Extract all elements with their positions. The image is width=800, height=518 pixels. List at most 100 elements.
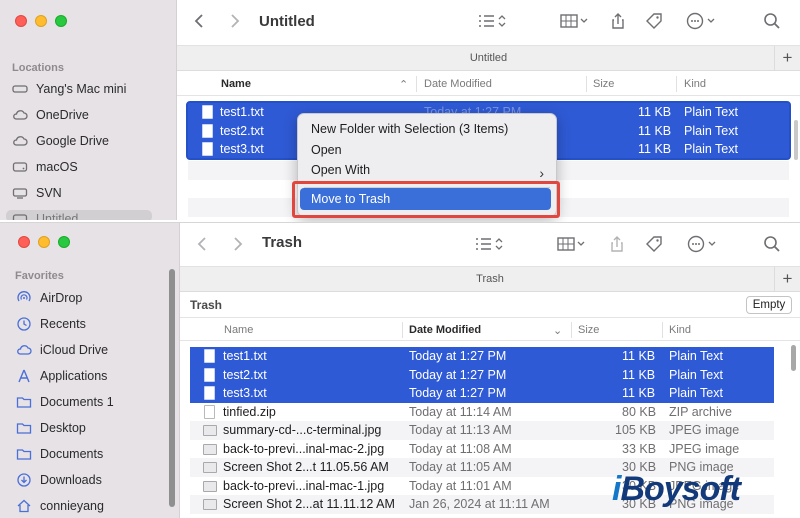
back-button[interactable]	[191, 10, 209, 32]
cloud-icon	[16, 342, 32, 358]
folder-icon	[16, 394, 32, 410]
file-name: test2.txt	[223, 367, 267, 382]
file-kind: Plain Text	[669, 367, 723, 382]
view-options-button[interactable]	[473, 10, 511, 32]
tag-button[interactable]	[645, 233, 663, 255]
search-button[interactable]	[763, 233, 781, 255]
column-headers: Name Date Modified ⌄ Size Kind	[180, 317, 800, 341]
file-name: tinfied.zip	[223, 404, 276, 419]
annotation-highlight-box	[292, 181, 560, 218]
scrollbar[interactable]	[791, 345, 796, 371]
file-row-summary-jpg[interactable]: summary-cd-...c-terminal.jpg Today at 11…	[190, 421, 774, 440]
share-button[interactable]	[608, 233, 626, 255]
sidebar-item-mac-mini[interactable]: Yang's Mac mini	[12, 78, 126, 100]
file-name: back-to-previ...inal-mac-1.jpg	[223, 478, 385, 493]
file-row-test1[interactable]: test1.txt Today at 1:27 PM 11 KB Plain T…	[190, 347, 774, 366]
column-header-date[interactable]: Date Modified	[409, 324, 481, 336]
sidebar-item-applications[interactable]: Applications	[16, 365, 107, 387]
column-header-size[interactable]: Size	[578, 324, 599, 336]
chevron-right-icon	[234, 237, 243, 251]
folder-icon	[16, 446, 32, 462]
sidebar-scrollbar[interactable]	[169, 269, 175, 507]
grid-icon	[560, 14, 588, 28]
column-header-name[interactable]: Name	[221, 78, 251, 90]
file-row-test2[interactable]: test2.txt Today at 1:27 PM 11 KB Plain T…	[190, 365, 774, 384]
search-button[interactable]	[763, 10, 781, 32]
group-button[interactable]	[554, 233, 588, 255]
menu-item-new-folder-with-selection[interactable]: New Folder with Selection (3 Items)	[311, 122, 508, 136]
sidebar-item-home[interactable]: connieyang	[16, 495, 104, 517]
text-file-icon	[204, 386, 215, 400]
sidebar-item-documents[interactable]: Documents	[16, 443, 103, 465]
tab-bar: Untitled +	[177, 45, 800, 71]
file-kind: JPEG image	[669, 441, 740, 456]
sidebar-item-documents-1[interactable]: Documents 1	[16, 391, 114, 413]
scrollbar[interactable]	[794, 120, 798, 160]
minimize-window-button[interactable]	[38, 236, 50, 248]
sidebar-item-label: Google Drive	[36, 134, 109, 148]
group-button[interactable]	[557, 10, 591, 32]
sidebar-item-google-drive[interactable]: Google Drive	[12, 130, 109, 152]
column-header-date[interactable]: Date Modified	[424, 78, 492, 90]
more-actions-button[interactable]	[683, 233, 723, 255]
tag-button[interactable]	[645, 10, 663, 32]
tab-untitled[interactable]: Untitled	[470, 52, 507, 64]
column-header-kind[interactable]: Kind	[684, 78, 706, 90]
forward-button[interactable]	[225, 10, 243, 32]
column-header-name[interactable]: Name	[224, 324, 253, 336]
column-separator	[586, 76, 587, 92]
image-file-icon	[203, 480, 217, 492]
menu-item-open[interactable]: Open	[311, 143, 342, 157]
sidebar-item-untitled[interactable]: Untitled	[12, 208, 78, 220]
share-button[interactable]	[609, 10, 627, 32]
column-headers: Name ⌃ Date Modified Size Kind	[177, 72, 800, 96]
sidebar-item-airdrop[interactable]: AirDrop	[16, 287, 82, 309]
sort-chevron-icon: ⌃	[399, 79, 409, 91]
location-label: Trash	[190, 298, 223, 312]
column-header-size[interactable]: Size	[593, 78, 614, 90]
sidebar-item-icloud-drive[interactable]: iCloud Drive	[16, 339, 108, 361]
back-button[interactable]	[194, 233, 212, 255]
sidebar-item-svn[interactable]: SVN	[12, 182, 62, 204]
file-name: back-to-previ...inal-mac-2.jpg	[223, 441, 385, 456]
clock-icon	[16, 316, 32, 332]
file-row-back-to-previous-2[interactable]: back-to-previ...inal-mac-2.jpg Today at …	[190, 440, 774, 459]
forward-button[interactable]	[228, 233, 246, 255]
image-file-icon	[203, 425, 217, 436]
search-icon	[764, 13, 780, 29]
share-icon	[611, 236, 623, 252]
zoom-window-button[interactable]	[55, 15, 67, 27]
sidebar-item-onedrive[interactable]: OneDrive	[12, 104, 89, 126]
sidebar-item-downloads[interactable]: Downloads	[16, 469, 102, 491]
new-tab-button[interactable]: +	[774, 267, 800, 291]
empty-trash-button[interactable]: Empty	[746, 296, 792, 314]
sidebar-item-desktop[interactable]: Desktop	[16, 417, 86, 439]
home-icon	[16, 498, 32, 514]
close-window-button[interactable]	[15, 15, 27, 27]
close-window-button[interactable]	[18, 236, 30, 248]
more-actions-button[interactable]	[682, 10, 722, 32]
file-name: Screen Shot 2...t 11.05.56 AM	[223, 460, 389, 474]
window-title: Trash	[262, 234, 303, 251]
sidebar-item-label: Documents	[40, 447, 104, 461]
tag-icon	[646, 236, 662, 252]
minimize-window-button[interactable]	[35, 15, 47, 27]
applications-icon	[16, 368, 32, 384]
sidebar-item-label: AirDrop	[40, 291, 83, 305]
column-separator	[662, 322, 663, 338]
file-date: Today at 1:27 PM	[409, 386, 507, 400]
chevron-left-icon	[194, 14, 203, 28]
menu-item-open-with[interactable]: Open With	[311, 163, 370, 177]
sidebar-item-recents[interactable]: Recents	[16, 313, 86, 335]
file-row-tinfied-zip[interactable]: tinfied.zip Today at 11:14 AM 80 KB ZIP …	[190, 403, 774, 422]
sidebar-item-label: OneDrive	[36, 108, 89, 122]
file-row-test3[interactable]: test3.txt Today at 1:27 PM 11 KB Plain T…	[190, 384, 774, 403]
zoom-window-button[interactable]	[58, 236, 70, 248]
list-view-icon	[479, 15, 506, 27]
tab-trash[interactable]: Trash	[476, 273, 504, 285]
new-tab-button[interactable]: +	[774, 46, 800, 70]
sidebar-item-macos[interactable]: macOS	[12, 156, 78, 178]
column-header-kind[interactable]: Kind	[669, 324, 691, 336]
ellipsis-circle-icon	[686, 12, 715, 30]
view-options-button[interactable]	[470, 233, 508, 255]
